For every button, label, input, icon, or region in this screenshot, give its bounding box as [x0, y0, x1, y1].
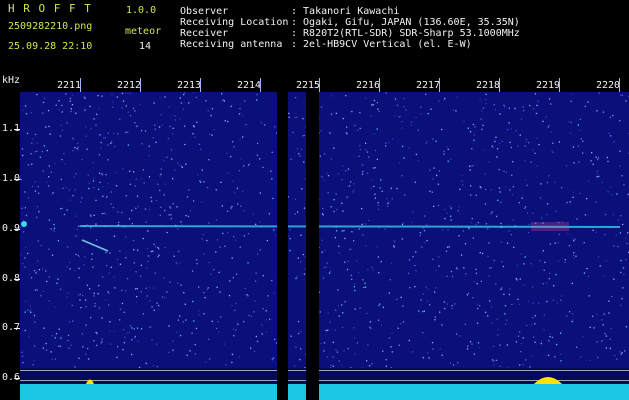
gap-band — [277, 92, 288, 400]
signal-peak — [86, 379, 94, 384]
signal-peak — [534, 377, 562, 384]
signal-hotspot — [531, 222, 569, 231]
signal-strength-fill — [20, 384, 629, 400]
signal-hotspot — [21, 221, 27, 227]
gap-band — [306, 92, 319, 400]
meteor-echo — [81, 239, 109, 252]
